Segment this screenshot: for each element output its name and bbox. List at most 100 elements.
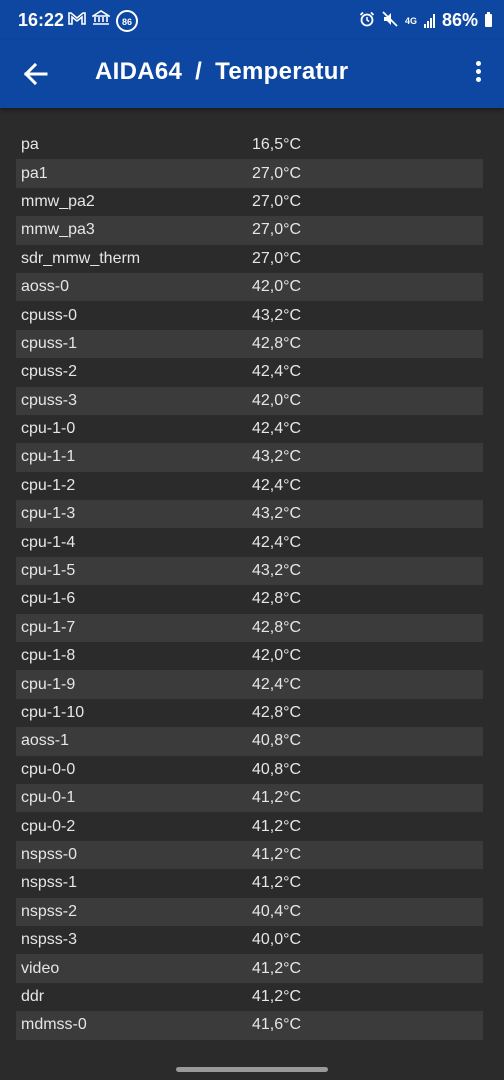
- sensor-row: cpu-0-2 41,2°C: [16, 812, 483, 840]
- sensor-row: nspss-0 41,2°C: [16, 840, 483, 870]
- sensor-name: cpuss-0: [21, 306, 78, 324]
- sensor-name: cpu-1-4: [21, 533, 76, 551]
- sensor-name: nspss-2: [21, 902, 78, 920]
- status-time: 16:22: [18, 10, 65, 30]
- sensor-name: cpu-1-1: [21, 448, 76, 466]
- sensor-value: 40,4°C: [252, 902, 302, 920]
- sensor-row: cpuss-0 43,2°C: [16, 301, 483, 329]
- sensor-name: cpu-0-2: [21, 817, 76, 835]
- app-bar: AIDA64 / Temperatur: [0, 40, 504, 108]
- sensor-value: 16,5°C: [252, 136, 302, 154]
- sensor-name: mdmss-0: [21, 1016, 87, 1034]
- sensor-row: cpu-0-0 40,8°C: [16, 756, 483, 784]
- sensor-value: 42,0°C: [252, 647, 302, 665]
- sensor-value: 41,6°C: [252, 1016, 302, 1034]
- battery-icon: [485, 12, 492, 27]
- sensor-row: mmw_pa3 27,0°C: [16, 216, 483, 245]
- mute-icon: [382, 10, 398, 31]
- sensor-name: cpu-1-2: [21, 476, 76, 494]
- screen: 16:22 86 4G 86% AIDA64 / Temperatur pa 1…: [0, 0, 504, 1080]
- sensor-value: 40,0°C: [252, 931, 302, 949]
- overflow-menu-button[interactable]: [468, 58, 488, 90]
- sensor-row: cpu-1-6 42,8°C: [16, 585, 483, 613]
- sensor-row: cpu-1-1 43,2°C: [16, 443, 483, 472]
- sensor-value: 42,4°C: [252, 675, 302, 693]
- sensor-value: 40,8°C: [252, 732, 302, 750]
- back-button[interactable]: [18, 56, 54, 92]
- sensor-row: cpuss-1 42,8°C: [16, 329, 483, 359]
- battery-percent: 86%: [441, 10, 478, 30]
- page-title: AIDA64 / Temperatur: [95, 58, 348, 86]
- more-vert-icon: [468, 61, 488, 82]
- sensor-name: nspss-3: [21, 931, 78, 949]
- sensor-row: cpu-1-4 42,4°C: [16, 528, 483, 556]
- sensor-name: video: [21, 959, 60, 977]
- sensor-row: cpu-1-2 42,4°C: [16, 472, 483, 500]
- sensor-value: 41,2°C: [252, 817, 302, 835]
- sensor-name: ddr: [21, 987, 45, 1005]
- sensor-row: mmw_pa2 27,0°C: [16, 188, 483, 216]
- sensor-list: pa 16,5°C pa1 27,0°C mmw_pa2 27,0°C mmw_pa3 27,…: [16, 131, 483, 1040]
- sensor-value: 42,8°C: [252, 618, 302, 636]
- sensor-value: 42,0°C: [252, 278, 302, 296]
- sensor-name: cpuss-3: [21, 391, 78, 409]
- sensor-value: 41,2°C: [252, 987, 302, 1005]
- sensor-row: cpuss-2 42,4°C: [16, 358, 483, 386]
- sensor-name: cpu-1-5: [21, 562, 76, 580]
- sensor-name: cpuss-2: [21, 363, 78, 381]
- sensor-value: 41,2°C: [252, 789, 302, 807]
- sensor-name: mmw_pa3: [21, 221, 95, 239]
- sensor-value: 42,8°C: [252, 334, 302, 352]
- sensor-name: nspss-0: [21, 845, 78, 863]
- sensor-value: 42,4°C: [252, 476, 302, 494]
- sensor-value: 27,0°C: [252, 221, 302, 239]
- status-right-icons: 4G 86%: [359, 10, 492, 31]
- section-name: Temperatur: [215, 58, 349, 85]
- sensor-value: 42,4°C: [252, 420, 302, 438]
- sensor-name: mmw_pa2: [21, 192, 95, 210]
- sensor-value: 41,2°C: [252, 874, 302, 892]
- sensor-row: nspss-1 41,2°C: [16, 869, 483, 897]
- sensor-name: cpu-1-0: [21, 420, 76, 438]
- sensor-value: 27,0°C: [252, 192, 302, 210]
- sensor-row: cpu-1-0 42,4°C: [16, 415, 483, 443]
- sensor-row: cpu-1-5 43,2°C: [16, 556, 483, 586]
- sensor-row: cpu-1-3 43,2°C: [16, 500, 483, 529]
- sensor-name: cpu-0-1: [21, 789, 76, 807]
- gmail-icon: [68, 10, 86, 32]
- sensor-name: cpu-1-9: [21, 675, 76, 693]
- sensor-value: 42,8°C: [252, 590, 302, 608]
- sensor-name: pa: [21, 136, 39, 154]
- status-bar: 16:22 86 4G 86%: [0, 0, 504, 40]
- sensor-name: pa1: [21, 164, 48, 182]
- sensor-value: 43,2°C: [252, 562, 302, 580]
- sensor-name: aoss-1: [21, 732, 70, 750]
- signal-strength-icon: [423, 13, 435, 28]
- sensor-name: nspss-1: [21, 874, 78, 892]
- sensor-row: cpu-1-9 42,4°C: [16, 670, 483, 699]
- sensor-name: cpu-1-8: [21, 647, 76, 665]
- sensor-row: aoss-1 40,8°C: [16, 727, 483, 756]
- sensor-row: cpuss-3 42,0°C: [16, 386, 483, 415]
- home-indicator[interactable]: [176, 1067, 328, 1072]
- sensor-value: 43,2°C: [252, 448, 302, 466]
- sensor-name: cpu-1-7: [21, 618, 76, 636]
- sensor-row: nspss-3 40,0°C: [16, 926, 483, 954]
- sensor-row: nspss-2 40,4°C: [16, 897, 483, 926]
- app-name: AIDA64: [95, 58, 183, 85]
- sensor-row: pa1 27,0°C: [16, 159, 483, 188]
- arrow-back-icon: [23, 62, 48, 86]
- sensor-value: 42,8°C: [252, 704, 302, 721]
- sensor-name: cpuss-1: [21, 334, 78, 352]
- sensor-value: 43,2°C: [252, 505, 302, 523]
- sensor-name: aoss-0: [21, 278, 70, 296]
- sensor-value: 27,0°C: [252, 249, 302, 267]
- sensor-value: 42,0°C: [252, 391, 302, 409]
- sensor-name: sdr_mmw_therm: [21, 249, 141, 267]
- sensor-name: cpu-1-6: [21, 590, 76, 608]
- sensor-name: cpu-1-10: [21, 704, 85, 721]
- sensor-value: 42,4°C: [252, 363, 302, 381]
- sensor-row: cpu-0-1 41,2°C: [16, 783, 483, 813]
- title-separator: /: [195, 58, 203, 85]
- sensor-name: cpu-0-0: [21, 760, 76, 778]
